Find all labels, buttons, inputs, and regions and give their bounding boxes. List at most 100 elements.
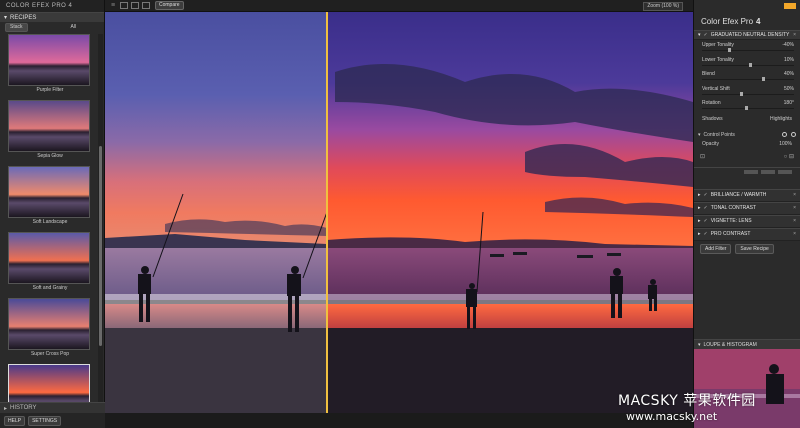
- triangle-down-icon: ▾: [698, 131, 701, 138]
- history-label: HISTORY: [10, 405, 37, 411]
- slider-knob[interactable]: [740, 91, 744, 96]
- recipe-item[interactable]: [8, 364, 92, 404]
- recipe-thumbnail[interactable]: [8, 232, 90, 284]
- menu-icon[interactable]: ≡: [109, 2, 117, 9]
- recipe-item[interactable]: Soft Landscape: [8, 166, 92, 226]
- panel-title-text: Color Efex Pro: [701, 16, 754, 26]
- recipe-label: Super Cross Pop: [30, 351, 70, 357]
- filter-header[interactable]: ▸ ✓ PRO CONTRAST ×: [694, 227, 800, 241]
- zoom-select[interactable]: Zoom (100 %): [643, 2, 683, 11]
- filter-name: GRADUATED NEUTRAL DENSITY: [710, 32, 790, 38]
- close-icon[interactable]: ×: [793, 231, 796, 237]
- slider-knob[interactable]: [727, 48, 731, 52]
- slider-value: 10%: [783, 56, 794, 63]
- filter-enable-checkbox[interactable]: ✓: [704, 192, 708, 198]
- slider-row: Lower Tonality 10%: [694, 55, 800, 70]
- compare-button[interactable]: Compare: [155, 1, 184, 10]
- slider-track[interactable]: [702, 79, 794, 80]
- filter-header[interactable]: ▸ ✓ TONAL CONTRAST ×: [694, 201, 800, 215]
- triangle-down-icon: ▾: [4, 15, 8, 21]
- side-by-side-icon[interactable]: [142, 2, 150, 9]
- filter-actions: Add Filter Save Recipe: [694, 241, 800, 257]
- split-view-icon[interactable]: [131, 2, 139, 9]
- nik-logo-icon: [784, 3, 796, 9]
- save-recipe-button[interactable]: Save Recipe: [735, 243, 774, 254]
- slider-knob[interactable]: [748, 62, 752, 67]
- watermark: MACSKY 苹果软件园 www.macsky.net: [618, 390, 798, 423]
- recipe-list: Purple Filter Sepia Glow Soft Landscape Sof…: [4, 34, 96, 404]
- recipe-item[interactable]: Super Cross Pop: [8, 298, 92, 358]
- recipe-thumbnail[interactable]: [8, 298, 90, 350]
- filter-header[interactable]: ▸ ✓ VIGNETTE: LENS ×: [694, 214, 800, 228]
- panel-title-version: 4: [756, 16, 761, 26]
- history-header[interactable]: ▸ HISTORY: [0, 402, 105, 413]
- settings-button[interactable]: SETTINGS: [28, 415, 62, 426]
- filter-enable-checkbox[interactable]: ✓: [704, 218, 708, 224]
- filter-enable-checkbox[interactable]: ✓: [704, 32, 708, 38]
- single-view-icon[interactable]: [120, 2, 128, 9]
- mini-button-1[interactable]: [744, 169, 758, 174]
- app-title: COLOR EFEX PRO 4: [6, 3, 73, 9]
- slider-label: Lower Tonality: [702, 56, 734, 63]
- opacity-label: Opacity: [702, 140, 719, 147]
- recipe-thumbnail[interactable]: [8, 166, 90, 218]
- loupe-header[interactable]: ▾ LOUPE & HISTOGRAM: [694, 339, 800, 349]
- control-points-row[interactable]: ▾ Control Points: [694, 129, 800, 141]
- image-canvas[interactable]: [105, 12, 693, 413]
- filter-name: PRO CONTRAST: [710, 231, 751, 237]
- slider-track[interactable]: [702, 108, 794, 109]
- filter-enable-checkbox[interactable]: ✓: [704, 205, 708, 211]
- slider-value: 180°: [783, 100, 794, 106]
- recipe-label: Sepia Glow: [37, 153, 63, 159]
- opacity-value: 100%: [779, 140, 792, 147]
- tab-all[interactable]: All: [67, 24, 81, 31]
- tab-stack[interactable]: Stack: [5, 22, 28, 32]
- close-icon[interactable]: ×: [793, 205, 796, 211]
- watermark-line-1: MACSKY 苹果软件园: [618, 393, 756, 409]
- mini-button-2[interactable]: [761, 169, 775, 174]
- help-button[interactable]: HELP: [4, 415, 26, 426]
- close-icon[interactable]: ×: [793, 192, 796, 198]
- recipe-item[interactable]: Soft and Grainy: [8, 232, 92, 292]
- highlights-label[interactable]: Highlights: [770, 116, 792, 129]
- recipe-item[interactable]: Sepia Glow: [8, 100, 92, 160]
- shadows-label[interactable]: Shadows: [702, 116, 723, 129]
- recipe-scrollbar[interactable]: [98, 34, 103, 406]
- brand-bar: [694, 0, 800, 12]
- close-icon[interactable]: ×: [793, 32, 796, 38]
- slider-knob[interactable]: [761, 77, 765, 81]
- add-point-icon[interactable]: [782, 132, 787, 137]
- slider-value: 40%: [783, 71, 794, 77]
- loupe-header-label: LOUPE & HISTOGRAM: [703, 341, 757, 348]
- filter-header[interactable]: ▸ ✓ BRILLIANCE / WARMTH ×: [694, 188, 800, 202]
- opacity-row[interactable]: Opacity 100%: [694, 141, 800, 151]
- add-filter-button[interactable]: Add Filter: [700, 243, 732, 254]
- close-icon[interactable]: ×: [793, 218, 796, 224]
- filter-separator: [694, 166, 800, 189]
- slider-value: 50%: [783, 85, 794, 92]
- recipe-label: Purple Filter: [36, 87, 64, 93]
- recipe-thumbnail[interactable]: [8, 100, 90, 152]
- filter-header-graduated-nd[interactable]: ▾ ✓ GRADUATED NEUTRAL DENSITY ×: [694, 30, 800, 40]
- filter-enable-checkbox[interactable]: ✓: [704, 231, 708, 237]
- triangle-right-icon: ▸: [698, 231, 701, 237]
- slider-track[interactable]: [702, 93, 794, 95]
- brush-icon[interactable]: ⊡: [700, 153, 705, 160]
- remove-point-icon[interactable]: [791, 132, 796, 137]
- mini-button-3[interactable]: [778, 169, 792, 174]
- slider-group: Upper Tonality -40% Lower Tonality 10% Blend…: [694, 40, 800, 113]
- slider-row: Rotation 180°: [694, 98, 800, 113]
- filter-name: BRILLIANCE / WARMTH: [710, 192, 767, 198]
- scrollbar-thumb[interactable]: [99, 146, 102, 346]
- recipe-filter-row: Stack All: [0, 22, 104, 32]
- circle-icon[interactable]: ○ ⊟: [784, 153, 794, 160]
- slider-knob[interactable]: [744, 106, 748, 110]
- triangle-down-icon: ▾: [698, 341, 701, 348]
- recipe-thumbnail[interactable]: [8, 34, 90, 86]
- recipes-header[interactable]: ▾ RECIPES: [0, 12, 104, 22]
- panel-title: Color Efex Pro 4: [694, 12, 800, 30]
- recipe-item[interactable]: Purple Filter: [8, 34, 92, 94]
- triangle-right-icon: ▸: [698, 205, 701, 211]
- recipe-thumbnail[interactable]: [8, 364, 90, 404]
- slider-track[interactable]: [702, 50, 794, 51]
